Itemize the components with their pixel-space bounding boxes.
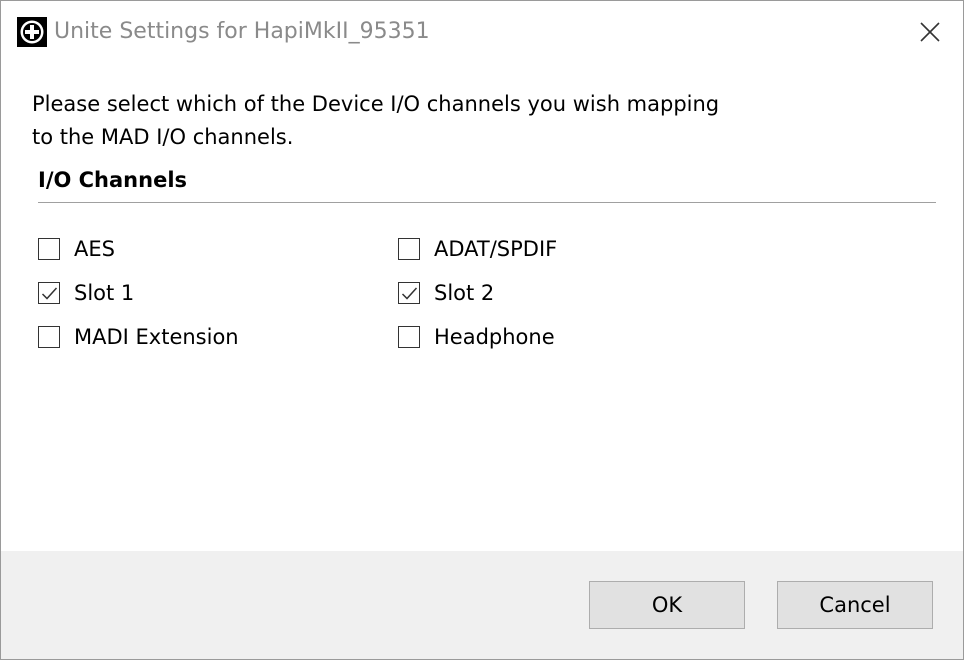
checkbox-box[interactable] [398,326,420,348]
checkbox-box[interactable] [38,238,60,260]
plus-circle-icon [17,17,47,47]
checkbox-box[interactable] [38,326,60,348]
checkbox-slot-1[interactable]: Slot 1 [38,278,134,308]
checkbox-label: Headphone [434,325,555,349]
checkbox-box[interactable] [38,282,60,304]
instruction-text: Please select which of the Device I/O ch… [32,88,792,154]
cancel-button[interactable]: Cancel [777,581,933,629]
window-title: Unite Settings for HapiMkII_95351 [54,19,430,44]
checkbox-aes[interactable]: AES [38,234,115,264]
checkbox-headphone[interactable]: Headphone [398,322,555,352]
checkbox-slot-2[interactable]: Slot 2 [398,278,494,308]
unite-settings-dialog: Unite Settings for HapiMkII_95351 Please… [0,0,964,660]
group-divider [38,202,936,203]
checkbox-label: Slot 1 [74,281,135,305]
checkbox-label: AES [74,237,115,261]
checkbox-label: ADAT/SPDIF [434,237,558,261]
ok-button[interactable]: OK [589,581,745,629]
dialog-content: Please select which of the Device I/O ch… [1,62,963,551]
checkbox-adat-spdif[interactable]: ADAT/SPDIF [398,234,557,264]
close-button[interactable] [909,15,951,49]
instruction-line-1: Please select which of the Device I/O ch… [32,92,720,116]
checkmark-icon [401,287,418,300]
checkbox-label: Slot 2 [434,281,495,305]
close-icon[interactable] [920,22,940,42]
checkbox-box[interactable] [398,238,420,260]
title-bar[interactable]: Unite Settings for HapiMkII_95351 [1,1,963,62]
checkbox-madi-extension[interactable]: MADI Extension [38,322,239,352]
checkmark-icon [41,287,58,300]
dialog-footer: OK Cancel [1,551,963,659]
io-channels-heading: I/O Channels [38,168,188,192]
instruction-line-2: to the MAD I/O channels. [32,125,294,149]
checkbox-box[interactable] [398,282,420,304]
checkbox-label: MADI Extension [74,325,239,349]
